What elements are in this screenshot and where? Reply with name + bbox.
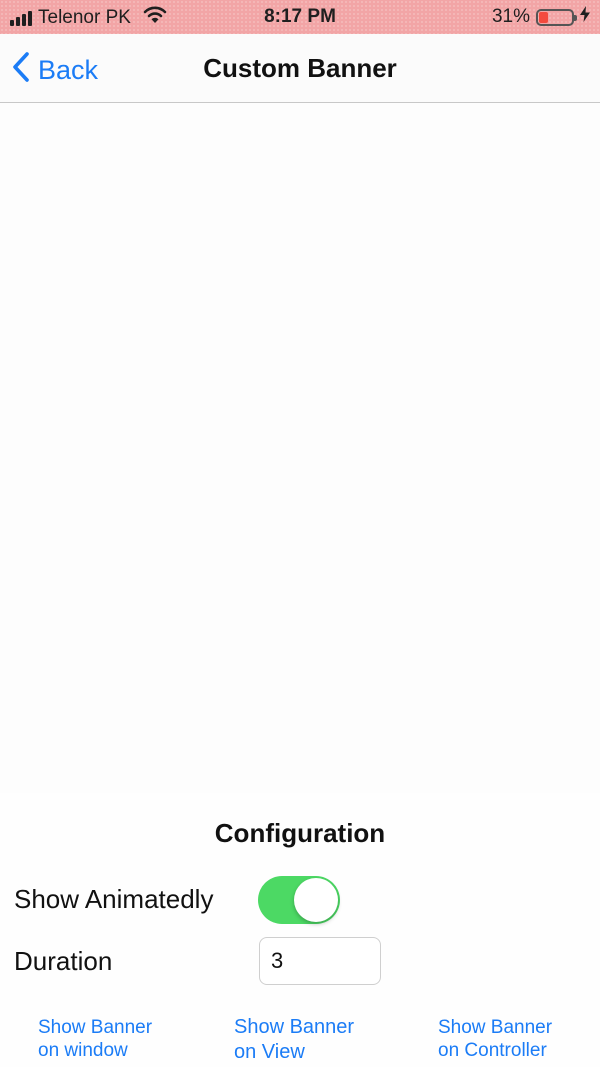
toggle-knob: [294, 878, 338, 922]
button-label-line2: on Controller: [438, 1040, 547, 1061]
status-bar: Telenor PK 8:17 PM 31%: [0, 0, 600, 34]
status-right: 31%: [492, 6, 590, 28]
duration-label: Duration: [14, 946, 113, 976]
button-label-line1: Show Banner: [38, 1017, 153, 1038]
button-label-line2: on window: [38, 1040, 128, 1061]
show-banner-on-view-button[interactable]: Show Banner on View: [234, 1015, 354, 1065]
banner-preview-area: [0, 103, 600, 793]
battery-level: [539, 11, 548, 23]
battery-percent: 31%: [491, 6, 530, 27]
show-animatedly-label: Show Animatedly: [14, 884, 214, 914]
page-title: Custom Banner: [203, 53, 397, 83]
charging-icon: [580, 6, 590, 28]
show-banner-on-controller-button[interactable]: Show Banner on Controller: [438, 1016, 552, 1062]
button-label-line2: on View: [234, 1041, 305, 1063]
navigation-bar: Back Custom Banner: [0, 34, 600, 103]
duration-input[interactable]: [259, 937, 381, 985]
button-label-line1: Show Banner: [234, 1016, 355, 1038]
configuration-heading: Configuration: [214, 818, 386, 848]
show-animatedly-toggle[interactable]: [258, 876, 340, 924]
screen: Telenor PK 8:17 PM 31% Back Custom Banne…: [0, 0, 600, 1067]
button-label-line1: Show Banner: [438, 1017, 553, 1038]
battery-icon: [536, 8, 577, 26]
show-banner-on-window-button[interactable]: Show Banner on window: [38, 1016, 152, 1062]
